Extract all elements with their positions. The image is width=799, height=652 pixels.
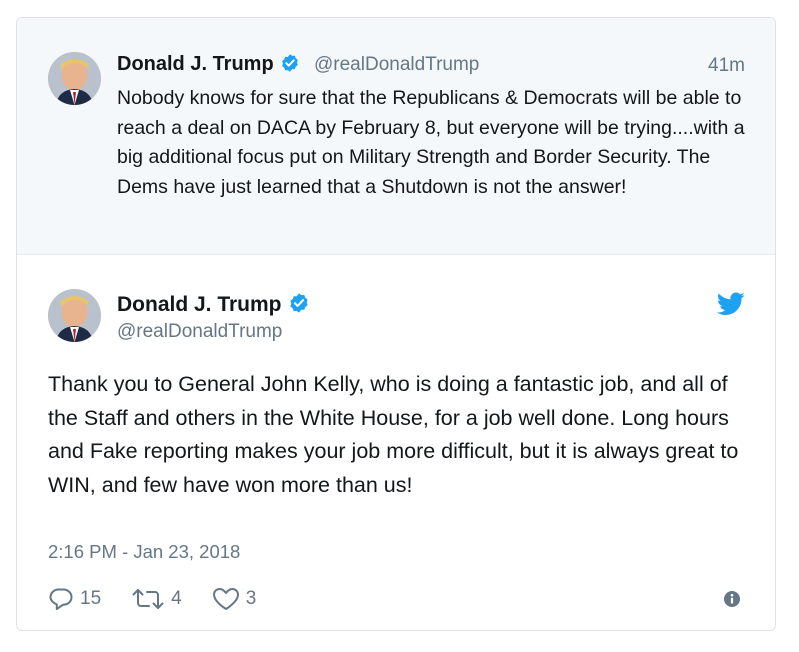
tweet-actions: 15 4 3 [48, 584, 286, 614]
reply-count: 15 [80, 588, 102, 609]
author-handle[interactable]: @realDonaldTrump [117, 321, 282, 343]
tweet-embed-card: Donald J. Trump @realDonaldTrump 41m Nob… [16, 17, 776, 631]
verified-badge-icon [280, 53, 300, 79]
retweet-count: 4 [171, 588, 182, 609]
heart-icon [212, 588, 239, 610]
parent-timestamp[interactable]: 41m [708, 55, 745, 77]
reply-button[interactable]: 15 [48, 587, 101, 611]
reply-icon [49, 588, 73, 610]
like-count: 3 [245, 588, 257, 609]
info-icon[interactable] [723, 590, 741, 613]
parent-avatar[interactable] [48, 52, 101, 105]
parent-tweet[interactable]: Donald J. Trump @realDonaldTrump 41m Nob… [17, 18, 775, 255]
tweet-text: Thank you to General John Kelly, who is … [48, 372, 739, 497]
author-name[interactable]: Donald J. Trump [117, 292, 310, 320]
retweet-button[interactable]: 4 [131, 587, 182, 611]
retweet-icon [132, 589, 164, 609]
twitter-bird-icon[interactable] [716, 292, 745, 321]
author-avatar[interactable] [48, 289, 101, 342]
verified-badge-icon [288, 292, 310, 320]
parent-tweet-text: Nobody knows for sure that the Republica… [117, 87, 745, 198]
parent-author-handle[interactable]: @realDonaldTrump [314, 54, 479, 76]
author-name-text[interactable]: Donald J. Trump [117, 293, 282, 316]
tweet-timestamp[interactable]: 2:16 PM - Jan 23, 2018 [48, 541, 240, 563]
like-button[interactable]: 3 [212, 587, 257, 611]
parent-author-name[interactable]: Donald J. Trump [117, 53, 300, 79]
parent-author-name-text[interactable]: Donald J. Trump [117, 53, 274, 75]
